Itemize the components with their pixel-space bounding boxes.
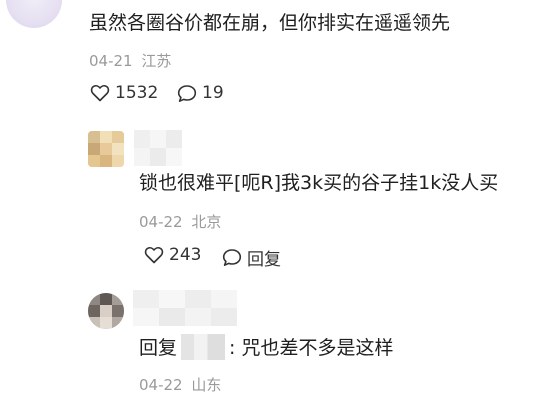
comment-text: : 咒也差不多是这样	[229, 337, 394, 359]
reply-count: 19	[202, 83, 224, 103]
comment-location: 江苏	[141, 52, 172, 70]
mentioned-user-blurred[interactable]	[181, 333, 226, 360]
like-button[interactable]: 1532	[90, 83, 158, 103]
comment-icon	[222, 248, 242, 267]
comment-meta: 04-22 山东	[139, 374, 221, 395]
comment-date: 04-21	[89, 52, 133, 70]
like-count: 1532	[115, 83, 159, 103]
comment-location: 北京	[191, 213, 222, 231]
like-count: 243	[169, 245, 202, 265]
comment-text: 锁也很难平[呃R]我3k买的谷子挂1k没人买	[139, 172, 499, 194]
reply-count-button[interactable]: 19	[177, 83, 224, 103]
comment-meta: 04-21 江苏	[89, 50, 171, 71]
avatar[interactable]	[88, 131, 124, 167]
comment-location: 山东	[191, 376, 222, 394]
heart-icon	[144, 246, 164, 264]
reply-button[interactable]: 回复	[222, 245, 281, 270]
comment-text: 虽然各圈谷价都在崩，但你排实在遥遥领先	[89, 12, 451, 34]
avatar[interactable]	[88, 293, 124, 329]
comment-date: 04-22	[139, 213, 183, 231]
comment-date: 04-22	[139, 376, 183, 394]
like-button[interactable]: 243	[144, 245, 201, 265]
reply-text-line: 回复 : 咒也差不多是这样	[139, 333, 393, 360]
heart-icon	[90, 84, 110, 102]
comment-icon	[177, 84, 197, 103]
username-blurred[interactable]	[133, 290, 237, 326]
username-blurred[interactable]	[134, 130, 182, 166]
avatar[interactable]	[6, 0, 62, 28]
reply-prefix: 回复	[139, 337, 178, 359]
reply-label: 回复	[247, 250, 281, 270]
comment-meta: 04-22 北京	[139, 211, 221, 232]
